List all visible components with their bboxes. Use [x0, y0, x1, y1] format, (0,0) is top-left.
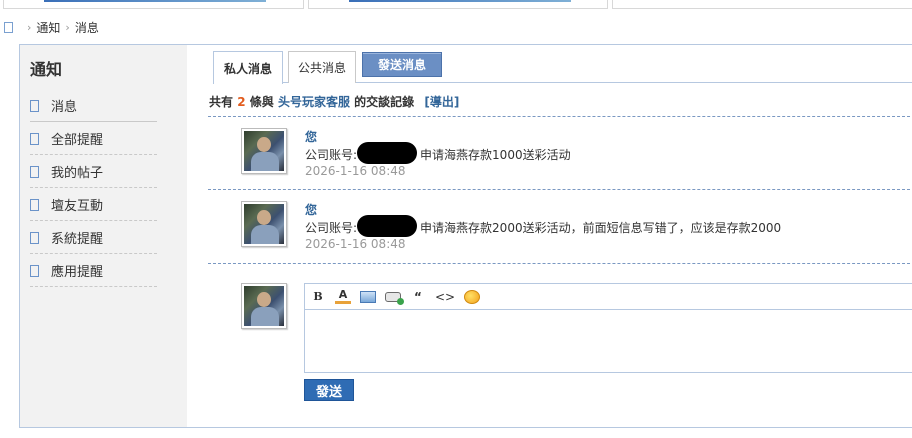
- bookmark-icon: [30, 198, 39, 211]
- top-tab-3[interactable]: [612, 0, 912, 9]
- sidebar-item-messages[interactable]: 消息: [30, 90, 157, 122]
- message-body-text: 申请海燕存款2000送彩活动，前面短信息写错了，应该是存款2000: [420, 221, 782, 235]
- divider: [208, 116, 912, 117]
- summary-prefix: 共有: [209, 95, 234, 109]
- divider: [208, 189, 912, 190]
- sidebar-item-app-reminders[interactable]: 應用提醒: [30, 255, 157, 287]
- sidebar-item-friend-interaction[interactable]: 壇友互動: [30, 189, 157, 221]
- breadcrumb-separator: ›: [65, 20, 70, 34]
- message-body-prefix: 公司账号:: [305, 148, 358, 162]
- font-color-button[interactable]: A: [335, 289, 351, 304]
- contact-name-link[interactable]: 头号玩家客服: [278, 95, 350, 109]
- avatar[interactable]: [241, 128, 287, 174]
- sidebar-item-all-reminders[interactable]: 全部提醒: [30, 123, 157, 155]
- bookmark-icon: [30, 264, 39, 277]
- link-icon[interactable]: [385, 291, 404, 305]
- redaction-mark: [357, 214, 418, 237]
- sidebar: 通知 消息 全部提醒 我的帖子 壇友互動 系統提醒 應用提醒: [20, 45, 187, 427]
- sidebar-item-label: 全部提醒: [51, 133, 104, 148]
- tab-public-messages[interactable]: 公共消息: [288, 51, 356, 83]
- bookmark-icon: [30, 231, 39, 244]
- send-button[interactable]: 發送: [304, 379, 354, 401]
- top-tab-1[interactable]: [3, 0, 304, 9]
- editor-toolbar: B A “ <>: [305, 284, 912, 310]
- sidebar-item-label: 系統提醒: [51, 232, 104, 247]
- divider: [208, 263, 912, 264]
- bookmark-icon: [30, 132, 39, 145]
- sidebar-item-my-posts[interactable]: 我的帖子: [30, 156, 157, 188]
- message-body: 公司账号: 申请海燕存款2000送彩活动，前面短信息写错了，应该是存款2000: [305, 214, 782, 237]
- message-body-prefix: 公司账号:: [305, 221, 358, 235]
- main-frame: 通知 消息 全部提醒 我的帖子 壇友互動 系統提醒 應用提醒 私人消息 公共消息…: [19, 44, 912, 428]
- message-author[interactable]: 您: [305, 128, 317, 145]
- sidebar-item-label: 應用提醒: [51, 265, 104, 280]
- sidebar-item-system-reminders[interactable]: 系統提醒: [30, 222, 157, 254]
- reply-editor: B A “ <>: [304, 283, 912, 373]
- export-link[interactable]: [導出]: [424, 95, 459, 109]
- message-count: 2: [237, 95, 246, 109]
- bookmark-icon: [30, 99, 39, 112]
- message-author[interactable]: 您: [305, 201, 317, 218]
- message-body-text: 申请海燕存款1000送彩活动: [420, 148, 571, 162]
- top-tab-2[interactable]: [308, 0, 608, 9]
- breadcrumb: › 通知 › 消息: [4, 19, 99, 35]
- redaction-mark: [357, 141, 418, 164]
- home-icon[interactable]: [4, 21, 13, 33]
- smiley-icon[interactable]: [464, 289, 481, 304]
- breadcrumb-separator: ›: [27, 20, 32, 34]
- bookmark-icon: [30, 165, 39, 178]
- top-tab-strip: [0, 0, 912, 10]
- quote-button[interactable]: “: [410, 289, 426, 305]
- sidebar-item-label: 壇友互動: [51, 199, 104, 214]
- code-button[interactable]: <>: [435, 289, 455, 305]
- sidebar-item-label: 消息: [51, 100, 78, 115]
- summary-mid: 條與: [249, 95, 274, 109]
- send-message-button[interactable]: 發送消息: [362, 52, 442, 77]
- reply-textarea[interactable]: [305, 310, 912, 372]
- summary-suffix: 的交談記錄: [354, 95, 415, 109]
- message-tabs: 私人消息 公共消息 發送消息: [213, 51, 912, 84]
- breadcrumb-messages[interactable]: 消息: [75, 19, 99, 36]
- bold-button[interactable]: B: [310, 289, 326, 305]
- image-icon[interactable]: [360, 290, 376, 303]
- breadcrumb-notify[interactable]: 通知: [36, 19, 60, 36]
- tab-private-messages[interactable]: 私人消息: [213, 51, 283, 84]
- message-timestamp: 2026-1-16 08:48: [305, 164, 406, 178]
- message-timestamp: 2026-1-16 08:48: [305, 237, 406, 251]
- avatar[interactable]: [241, 283, 287, 329]
- message-content: 私人消息 公共消息 發送消息 共有 2 條與 头号玩家客服 的交談記錄 [導出]…: [208, 45, 912, 427]
- avatar[interactable]: [241, 201, 287, 247]
- sidebar-item-label: 我的帖子: [51, 166, 104, 181]
- conversation-summary: 共有 2 條與 头号玩家客服 的交談記錄 [導出]: [209, 93, 459, 110]
- sidebar-title: 通知: [30, 60, 63, 79]
- message-body: 公司账号: 申请海燕存款1000送彩活动: [305, 141, 571, 164]
